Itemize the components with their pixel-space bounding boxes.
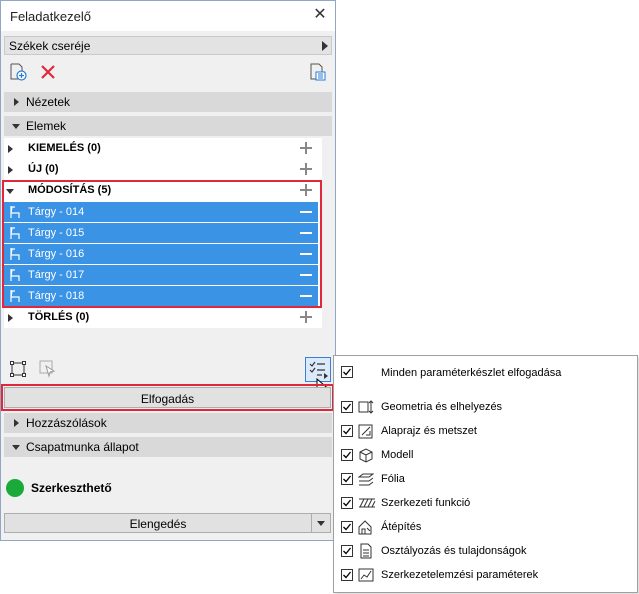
popup-item[interactable]: Geometria és elhelyezés — [334, 396, 637, 418]
checkbox[interactable] — [341, 401, 353, 413]
group-torles[interactable]: TÖRLÉS (0) — [4, 307, 318, 328]
window-title: Feladatkezelő — [10, 9, 91, 24]
group-kiemeles[interactable]: KIEMELÉS (0) — [4, 138, 318, 159]
accept-all-checkbox[interactable] — [341, 366, 353, 378]
section-csapatmunka[interactable]: Csapatmunka állapot — [4, 437, 332, 457]
status-indicator — [6, 479, 24, 497]
section-label: Csapatmunka állapot — [26, 440, 139, 454]
chevron-right-icon — [14, 98, 19, 106]
task-dropdown-value: Székek cseréje — [9, 39, 91, 53]
checkbox[interactable] — [341, 473, 353, 485]
floorplan-icon — [358, 423, 374, 439]
section-label: Nézetek — [26, 95, 71, 109]
button-divider — [311, 514, 312, 532]
section-nezetek[interactable]: Nézetek — [4, 92, 332, 112]
popup-item-label: Geometria és elhelyezés — [381, 401, 503, 413]
add-icon[interactable] — [300, 311, 312, 323]
layer-icon — [357, 471, 375, 487]
section-label: Elemek — [26, 119, 67, 133]
renovation-icon — [358, 519, 374, 535]
checkbox[interactable] — [341, 521, 353, 533]
status-label: Szerkeszthető — [31, 481, 112, 495]
popup-item-label: Szerkezetelemzési paraméterek — [381, 569, 539, 581]
group-label: TÖRLÉS (0) — [28, 311, 90, 323]
popup-item[interactable]: Osztályozás és tulajdonságok — [334, 540, 637, 562]
popup-item[interactable]: Fólia — [334, 468, 637, 490]
popup-item-label: Fólia — [381, 473, 405, 485]
chevron-right-icon — [322, 41, 328, 51]
chevron-right-icon — [14, 419, 19, 427]
chevron-down-icon — [12, 124, 20, 129]
task-list-icon[interactable] — [309, 63, 327, 81]
section-hozzaszolasok[interactable]: Hozzászólások — [4, 413, 332, 433]
chevron-right-icon — [8, 166, 13, 174]
add-icon[interactable] — [300, 163, 312, 175]
popup-item-label: Szerkezeti funkció — [381, 497, 471, 509]
section-elemek[interactable]: Elemek — [4, 116, 332, 136]
accept-all-label[interactable]: Minden paraméterkészlet elfogadása — [381, 367, 561, 379]
popup-item[interactable]: Átépítés — [334, 516, 637, 538]
popup-item[interactable]: Modell — [334, 444, 637, 466]
release-button[interactable]: Elengedés — [4, 513, 331, 533]
show-selection-icon[interactable] — [39, 360, 57, 378]
select-area-icon[interactable] — [10, 361, 26, 377]
group-label: KIEMELÉS (0) — [28, 142, 101, 154]
popup-item-label: Osztályozás és tulajdonságok — [381, 545, 527, 557]
task-dropdown[interactable]: Székek cseréje — [4, 36, 332, 55]
popup-item-label: Modell — [381, 449, 414, 461]
checkbox[interactable] — [341, 449, 353, 461]
chevron-down-icon[interactable] — [317, 521, 325, 526]
analysis-icon — [358, 567, 374, 583]
delete-icon[interactable] — [40, 64, 56, 80]
add-icon[interactable] — [300, 142, 312, 154]
chevron-right-icon — [8, 314, 13, 322]
close-icon[interactable]: ✕ — [309, 4, 331, 26]
new-task-icon[interactable] — [9, 63, 27, 81]
section-label: Hozzászólások — [26, 416, 107, 430]
popup-item[interactable]: Szerkezetelemzési paraméterek — [334, 564, 637, 586]
structural-icon — [358, 495, 376, 511]
accept-button-label: Elfogadás — [140, 392, 195, 406]
title-bar: Feladatkezelő ✕ — [1, 1, 335, 31]
geometry-icon — [358, 399, 374, 415]
popup-item-label: Átépítés — [381, 521, 422, 533]
classification-icon — [358, 543, 374, 559]
accept-button[interactable]: Elfogadás — [4, 387, 331, 408]
chevron-right-icon — [8, 145, 13, 153]
group-uj[interactable]: ÚJ (0) — [4, 159, 318, 180]
popup-item[interactable]: Szerkezeti funkció — [334, 492, 637, 514]
scrollbar[interactable] — [322, 138, 330, 328]
release-button-label: Elengedés — [129, 517, 187, 531]
checkbox[interactable] — [341, 425, 353, 437]
popup-item-label: Alaprajz és metszet — [381, 425, 477, 437]
checkbox[interactable] — [341, 569, 353, 581]
chevron-down-icon — [12, 445, 20, 450]
highlight-frame — [2, 180, 322, 308]
accept-options-popup: Minden paraméterkészlet elfogadása Geome… — [333, 355, 638, 593]
popup-item[interactable]: Alaprajz és metszet — [334, 420, 637, 442]
checkbox[interactable] — [341, 545, 353, 557]
group-label: ÚJ (0) — [28, 163, 59, 175]
checkbox[interactable] — [341, 497, 353, 509]
model-icon — [358, 447, 374, 463]
